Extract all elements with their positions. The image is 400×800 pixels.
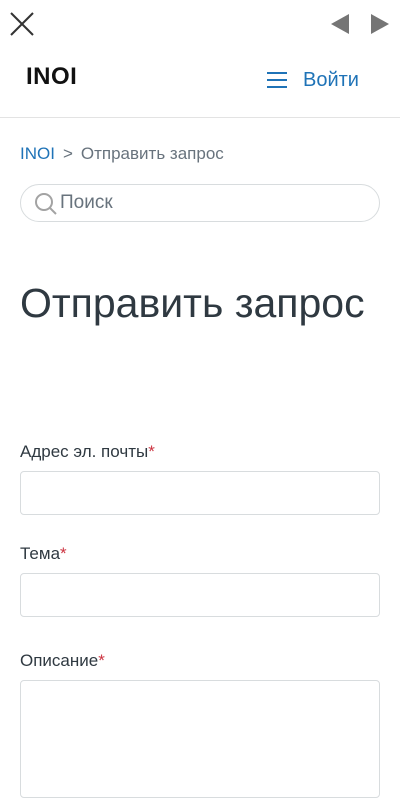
breadcrumb: INOI > Отправить запрос [20, 143, 224, 165]
description-field[interactable] [20, 680, 380, 798]
site-header: INOI Войти [0, 48, 400, 118]
forward-arrow-icon[interactable] [369, 12, 391, 36]
search-input[interactable] [60, 185, 360, 221]
breadcrumb-item-current: Отправить запрос [80, 144, 224, 163]
subject-field[interactable] [20, 573, 380, 617]
required-marker: * [98, 651, 105, 670]
email-field[interactable] [20, 471, 380, 515]
email-label-text: Адрес эл. почты [20, 442, 149, 461]
breadcrumb-item-home[interactable]: INOI [20, 144, 55, 163]
subject-label-text: Тема [20, 544, 61, 563]
subject-label: Тема* [20, 543, 67, 565]
close-icon[interactable] [7, 9, 37, 39]
hamburger-menu-icon[interactable] [266, 69, 288, 91]
page-title: Отправить запрос [20, 280, 365, 326]
sign-in-link[interactable]: Войти [303, 68, 359, 92]
description-label-text: Описание [20, 651, 99, 670]
inoi-logo[interactable]: INOI [26, 65, 77, 89]
search-box[interactable] [20, 184, 380, 222]
email-label: Адрес эл. почты* [20, 441, 155, 463]
required-marker: * [148, 442, 155, 461]
search-icon [34, 192, 58, 216]
required-marker: * [60, 544, 67, 563]
top-bar [0, 0, 400, 48]
breadcrumb-separator: > [62, 144, 73, 163]
description-label: Описание* [20, 650, 105, 672]
back-arrow-icon[interactable] [329, 12, 351, 36]
